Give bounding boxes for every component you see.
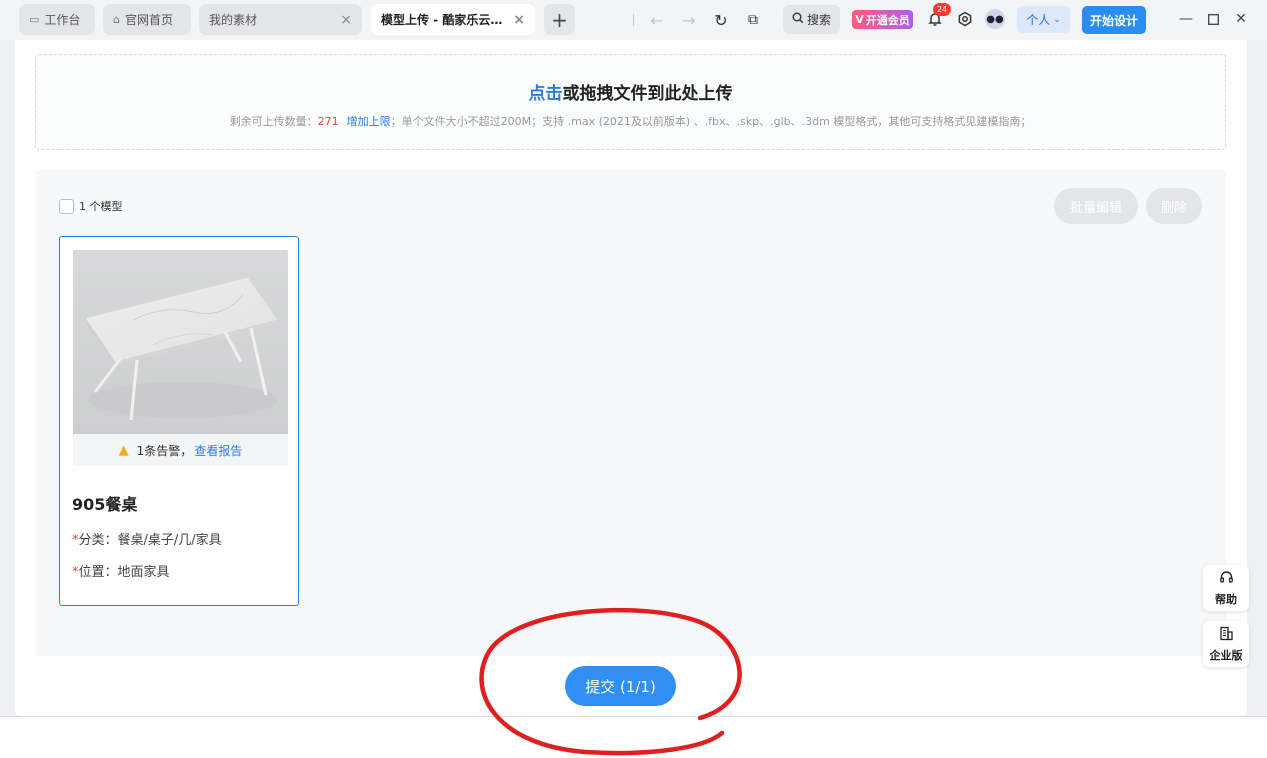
close-icon[interactable]: × [340,12,352,28]
browser-topbar: ▭ 工作台 ⌂ 官网首页 我的素材 × 模型上传 - 酷家乐云... × + ←… [0,0,1267,40]
personal-dropdown[interactable]: 个人 ⌄ [1017,6,1070,33]
warning-icon: ▲ [118,442,129,458]
model-card[interactable]: ▲ 1条告警， 查看报告 905餐桌 *分类：餐桌/桌子/几/家具 *位置：地面… [59,236,299,606]
select-all-checkbox[interactable] [59,198,74,214]
copy-icon[interactable]: ⧉ [743,10,763,30]
vip-icon: V [855,13,864,26]
home-icon: ⌂ [113,13,120,26]
help-button[interactable]: 帮助 [1203,565,1249,611]
enterprise-button[interactable]: 企业版 [1203,621,1249,667]
search-icon [792,12,804,27]
tab-label: 工作台 [44,13,81,27]
category-row[interactable]: *分类：餐桌/桌子/几/家具 [72,529,222,548]
maximize-icon[interactable] [1204,10,1222,28]
remaining-label: 剩余可上传数量： [229,115,318,128]
upload-click-link[interactable]: 点击 [529,84,563,104]
select-all-label: 1 个模型 [79,200,123,213]
start-design-button[interactable]: 开始设计 [1082,6,1146,34]
warning-text: 1条告警， [136,443,193,458]
search-label: 搜索 [806,13,831,27]
vip-button[interactable]: V 开通会员 [852,10,913,29]
tab-label: 我的素材 [209,13,258,27]
tab-homepage[interactable]: ⌂ 官网首页 [103,4,191,35]
vip-label: 开通会员 [865,13,910,27]
model-thumbnail: ▲ 1条告警， 查看报告 [73,250,288,466]
new-tab-button[interactable]: + [544,4,575,35]
window-close-icon[interactable]: ✕ [1232,10,1250,28]
toolbar-divider [633,14,634,26]
upload-description: 剩余可上传数量：271 增加上限；单个文件大小不超过200M；支持 .max (2… [36,113,1225,129]
back-icon[interactable]: ← [647,10,667,30]
model-name: 905餐桌 [72,495,138,514]
upload-title: 点击或拖拽文件到此处上传 [36,79,1225,104]
category-value: 餐桌/桌子/几/家具 [117,533,222,548]
position-label: 位置： [78,565,118,580]
tab-model-upload[interactable]: 模型上传 - 酷家乐云... × [371,4,535,35]
forward-icon[interactable]: → [679,10,699,30]
position-value: 地面家具 [117,565,170,580]
view-report-link[interactable]: 查看报告 [194,442,242,459]
tab-workbench[interactable]: ▭ 工作台 [19,4,95,35]
robot-avatar-icon[interactable]: ●● [985,9,1005,29]
select-all[interactable]: 1 个模型 [59,198,123,214]
minimize-icon[interactable]: — [1177,10,1195,28]
warning-bar: ▲ 1条告警， 查看报告 [73,434,288,466]
close-icon[interactable]: × [513,12,525,28]
search-button[interactable]: 搜索 [783,5,840,34]
batch-edit-button[interactable]: 批量编辑 [1054,188,1138,224]
table-thumbnail-image [73,250,288,434]
remaining-count: 271 [317,115,339,128]
enterprise-label: 企业版 [1209,648,1243,662]
settings-icon[interactable] [955,9,975,29]
building-icon [1219,626,1234,645]
bottom-strip [0,716,1267,758]
delete-button[interactable]: 删除 [1146,188,1202,224]
submit-button[interactable]: 提交 (1/1) [565,666,676,706]
personal-label: 个人 [1026,13,1051,27]
upload-rules-text: ；单个文件大小不超过200M；支持 .max (2021及以前版本) 、.fbx… [390,115,1032,128]
upload-title-text: 或拖拽文件到此处上传 [562,84,733,104]
monitor-icon: ▭ [29,13,40,26]
chevron-down-icon: ⌄ [1053,14,1061,25]
headset-icon [1219,570,1234,589]
plus-icon: + [551,7,568,32]
upload-dropzone[interactable]: 点击或拖拽文件到此处上传 剩余可上传数量：271 增加上限；单个文件大小不超过20… [35,54,1226,150]
increase-limit-link[interactable]: 增加上限 [347,115,391,128]
category-label: 分类： [78,533,118,548]
tab-label: 官网首页 [124,13,173,27]
position-row[interactable]: *位置：地面家具 [72,561,170,580]
refresh-icon[interactable]: ↻ [711,10,731,30]
help-label: 帮助 [1215,592,1237,606]
tab-label: 模型上传 - 酷家乐云... [381,13,503,27]
tab-my-materials[interactable]: 我的素材 × [199,4,362,35]
notification-badge: 24 [933,3,951,16]
